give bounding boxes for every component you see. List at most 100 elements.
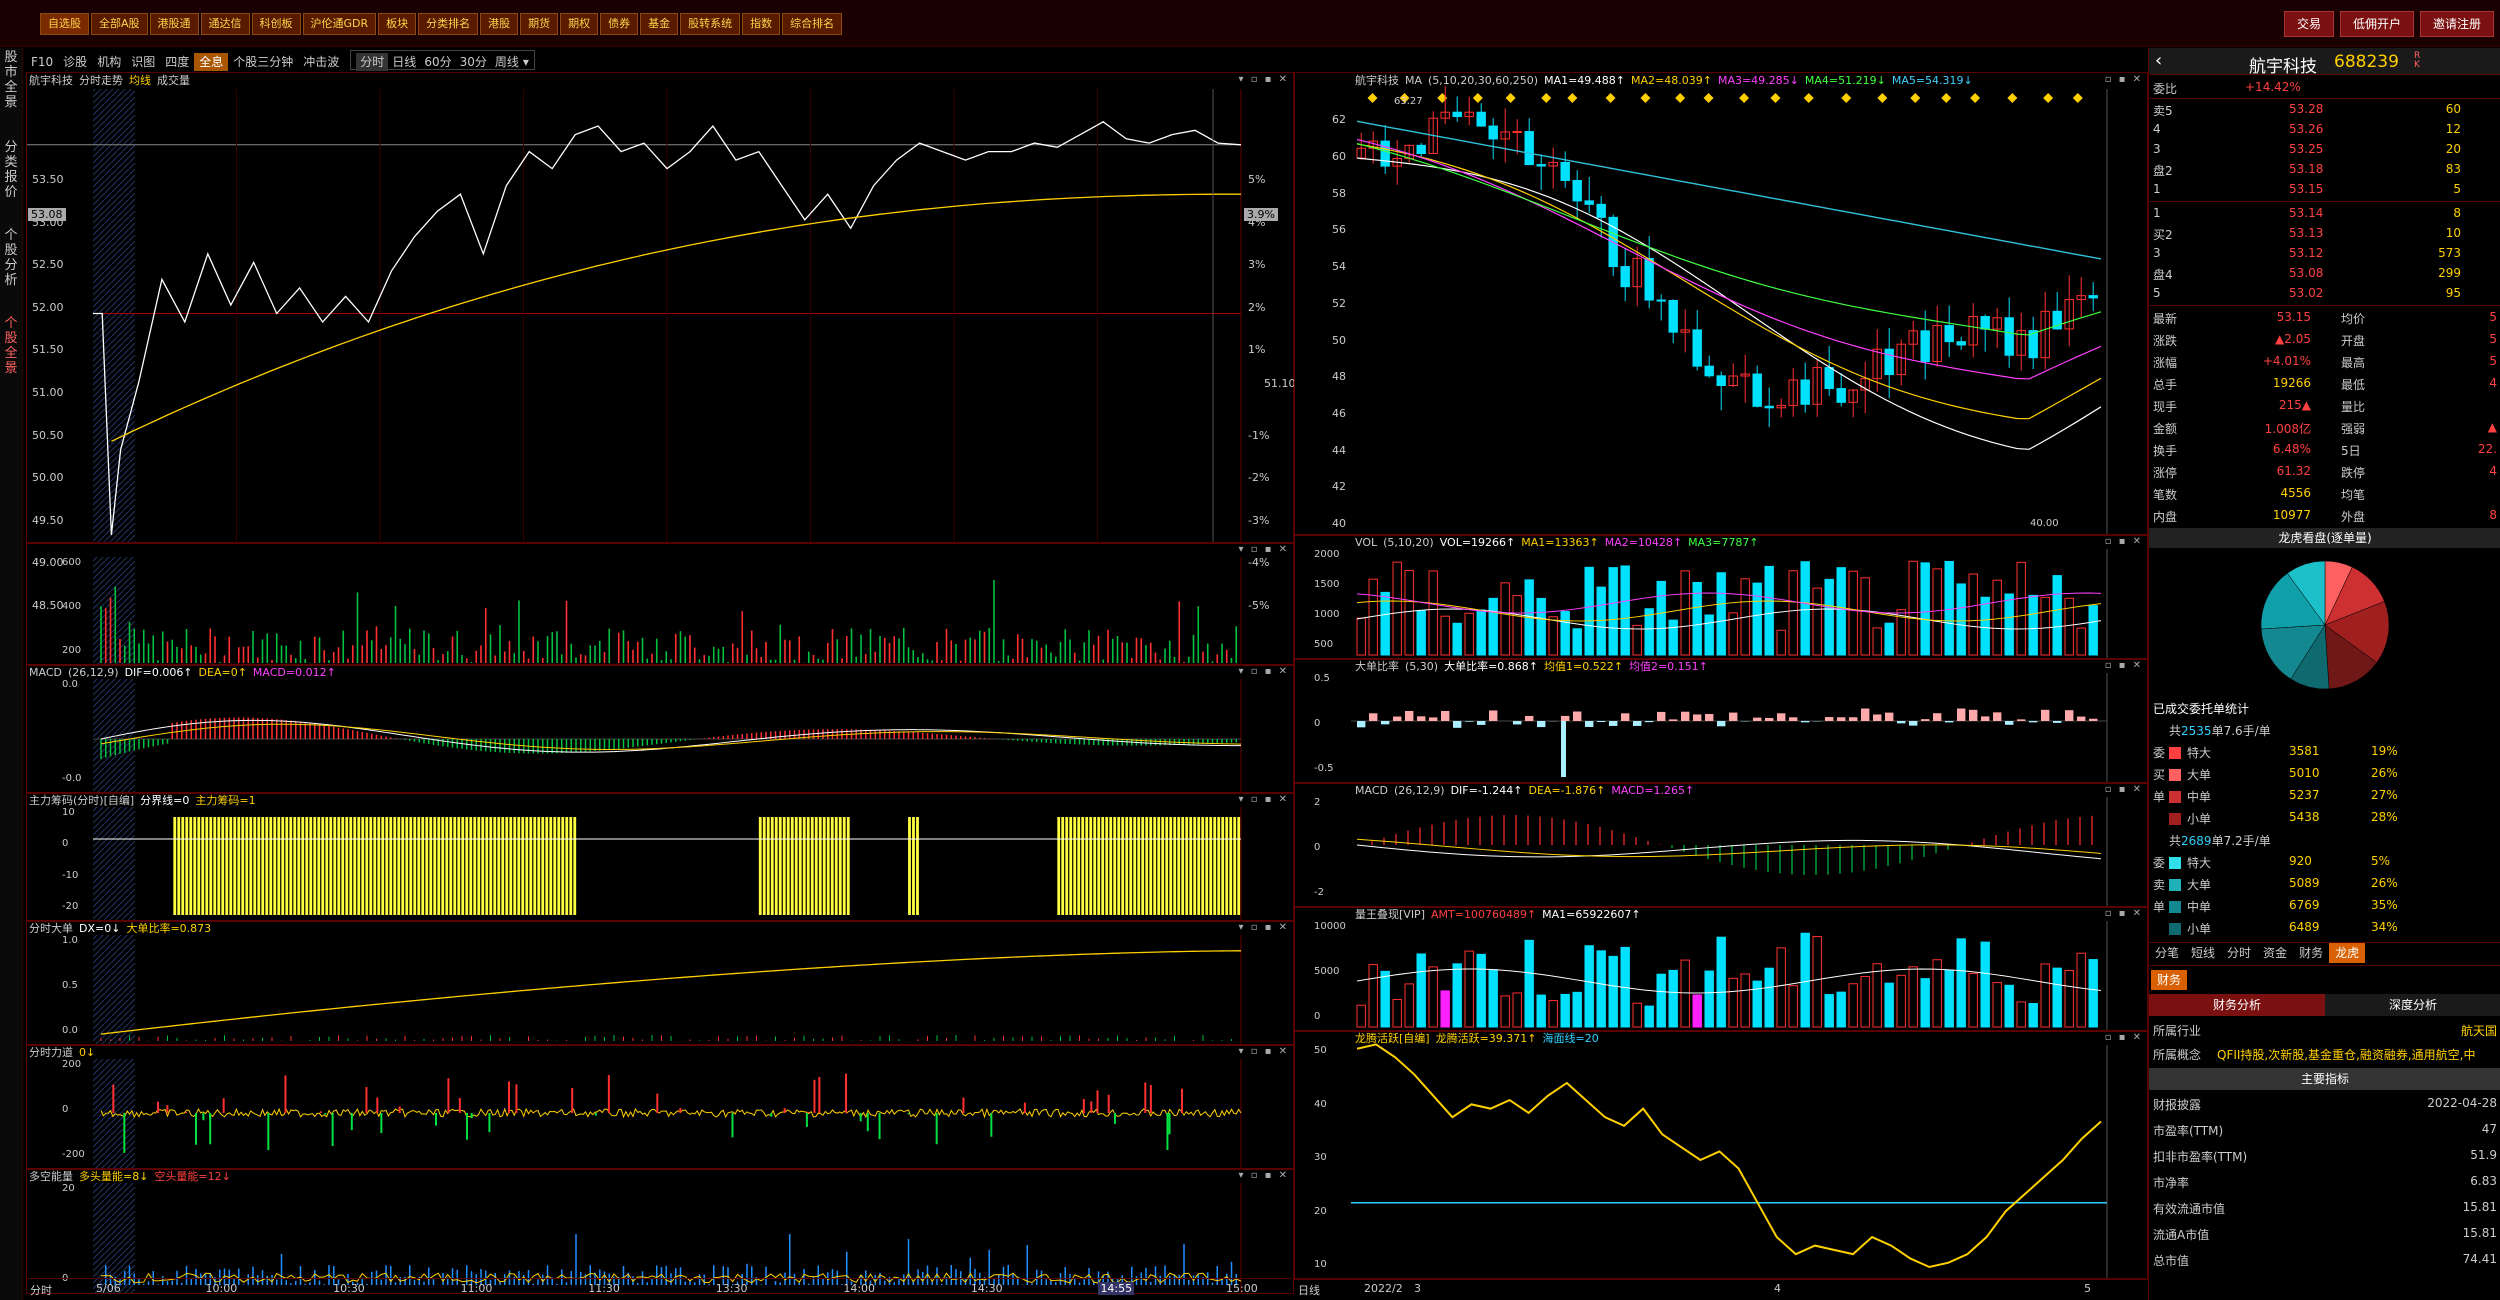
deal-num: 5010 — [2289, 766, 2320, 780]
period-item-2[interactable]: 60分 — [420, 53, 455, 71]
level-label: 盘2 — [2153, 164, 2173, 178]
stat-row: 现手 215▲ 量比 — [2149, 396, 2500, 416]
pct-axis-label: -1% — [1248, 428, 1270, 442]
kline-volume-panel-axis-label: 1000 — [1314, 609, 1340, 620]
kline-low-label: 40.00 — [2030, 518, 2059, 529]
quote-tab-1[interactable]: 短线 — [2185, 943, 2221, 963]
bid-level-row[interactable]: 5 53.02 95 — [2149, 284, 2500, 304]
total-count: 2535 — [2181, 724, 2212, 738]
pie-title: 龙虎看盘(逐单量) — [2149, 528, 2500, 548]
topbar-button-1[interactable]: 全部A股 — [91, 13, 148, 35]
time-tick: 15:00 — [1226, 1282, 1258, 1295]
stat-value: 53.15 — [2276, 310, 2311, 324]
topbar-right-button-0[interactable]: 交易 — [2283, 11, 2334, 37]
toolbar-item-3[interactable]: 识图 — [126, 53, 160, 71]
topbar-button-5[interactable]: 沪伦通GDR — [302, 13, 377, 35]
toolbar-item-4[interactable]: 四度 — [160, 53, 194, 71]
period-item-1[interactable]: 日线 — [388, 53, 420, 71]
topbar-button-7[interactable]: 分类排名 — [418, 13, 479, 35]
rail-tab-category[interactable]: 分类报价 — [2, 140, 20, 200]
rail-tab-market[interactable]: 股市全景 — [2, 50, 20, 110]
finance-row: 有效流通市值 15.81 — [2149, 1198, 2500, 1218]
bid-level-row[interactable]: 买2 53.13 10 — [2149, 224, 2500, 244]
stat-key: 金额 — [2153, 422, 2178, 436]
topbar-button-10[interactable]: 期权 — [560, 13, 599, 35]
topbar-button-13[interactable]: 股转系统 — [680, 13, 741, 35]
finance-value: 15.81 — [2462, 1200, 2497, 1214]
deal-pct: 5% — [2371, 854, 2391, 868]
stat-value: +4.01% — [2262, 354, 2311, 368]
period-dropdown-icon[interactable]: ▾ — [523, 55, 529, 69]
intraday-macd-panel: MACD (26,12,9) DIF=0.006↑ DEA=0↑ MACD=0.012↑… — [26, 664, 1294, 794]
axis-period-label[interactable]: 分时 — [30, 1282, 52, 1298]
back-icon[interactable]: ‹ — [2155, 50, 2162, 71]
finance-subtab-0[interactable]: 财务分析 — [2149, 994, 2325, 1016]
deal-color-swatch — [2169, 879, 2181, 891]
topbar-button-6[interactable]: 板块 — [378, 13, 417, 35]
topbar-button-8[interactable]: 港股 — [480, 13, 519, 35]
ask-level-row[interactable]: 盘2 53.18 83 — [2149, 160, 2500, 180]
topbar-button-2[interactable]: 港股通 — [149, 13, 199, 35]
date-tick: 5 — [2084, 1282, 2091, 1295]
ask-level-row[interactable]: 4 53.26 12 — [2149, 120, 2500, 140]
ask-level-row[interactable]: 卖5 53.28 60 — [2149, 100, 2500, 120]
kline-bigratio-panel-axis-label: 0.5 — [1314, 673, 1330, 684]
topbar-right-button-1[interactable]: 低佣开户 — [2339, 11, 2414, 37]
level-volume: 20 — [2445, 142, 2461, 156]
topbar-right-button-2[interactable]: 邀请注册 — [2419, 11, 2494, 37]
topbar-button-14[interactable]: 指数 — [742, 13, 781, 35]
finance-tab[interactable]: 财务 — [2151, 970, 2188, 990]
period-item-3[interactable]: 30分 — [456, 53, 491, 71]
bid-level-row[interactable]: 3 53.12 573 — [2149, 244, 2500, 264]
deal-row: 小单 5438 28% — [2149, 808, 2500, 828]
topbar-button-12[interactable]: 基金 — [640, 13, 679, 35]
topbar-button-3[interactable]: 通达信 — [200, 13, 250, 35]
level-price: 53.26 — [2289, 122, 2324, 136]
deal-type: 小单 — [2187, 922, 2212, 936]
topbar-button-11[interactable]: 债券 — [600, 13, 639, 35]
deal-num: 6489 — [2289, 920, 2320, 934]
toolbar-item-7[interactable]: 冲击波 — [298, 53, 344, 71]
price-axis-label: 53.50 — [32, 173, 64, 186]
concept-row: 所属概念 QFII持股,次新股,基金重仓,融资融券,通用航空,中 — [2149, 1044, 2500, 1064]
topbar-button-9[interactable]: 期货 — [520, 13, 559, 35]
intraday-force-panel-axis-label: 0 — [62, 1104, 69, 1115]
deal-type: 小单 — [2187, 812, 2212, 826]
topbar-button-15[interactable]: 综合排名 — [782, 13, 843, 35]
ask-level-row[interactable]: 1 53.15 5 — [2149, 180, 2500, 200]
time-tick: 10:00 — [205, 1282, 238, 1295]
toolbar-item-2[interactable]: 机构 — [92, 53, 126, 71]
quote-tab-5[interactable]: 龙虎 — [2329, 943, 2366, 963]
kline-volume-panel-axis-label: 2000 — [1314, 549, 1340, 560]
intraday-chips-panel-axis-label: -10 — [62, 869, 79, 881]
concept-label: 所属概念 — [2153, 1048, 2202, 1062]
period-item-4[interactable]: 周线 — [491, 53, 523, 71]
finance-subtab-1[interactable]: 深度分析 — [2325, 994, 2500, 1016]
intraday-force-panel-axis-label: -200 — [62, 1149, 85, 1160]
quote-tab-3[interactable]: 资金 — [2257, 943, 2293, 963]
pct-axis-label: -2% — [1248, 471, 1270, 485]
toolbar-item-0[interactable]: F10 — [26, 53, 58, 71]
quote-tab-0[interactable]: 分笔 — [2149, 943, 2185, 963]
deal-type: 大单 — [2187, 878, 2212, 892]
period-item-0[interactable]: 分时 — [356, 53, 389, 71]
rail-tab-stock-panorama[interactable]: 个股全景 — [2, 316, 20, 376]
rail-tab-stock-analysis[interactable]: 个股分析 — [2, 228, 20, 288]
toolbar-item-6[interactable]: 个股三分钟 — [228, 53, 298, 71]
ask-level-row[interactable]: 3 53.25 20 — [2149, 140, 2500, 160]
price-axis-label: 51.00 — [32, 386, 64, 399]
toolbar-item-5[interactable]: 全息 — [194, 53, 229, 71]
stat-key: 5日 — [2341, 444, 2361, 458]
quote-tab-2[interactable]: 分时 — [2221, 943, 2257, 963]
kline-volking-panel-svg — [1356, 921, 2108, 1031]
axis-period-label[interactable]: 日线 — [1298, 1282, 1320, 1298]
topbar-button-4[interactable]: 科创板 — [251, 13, 301, 35]
toolbar-item-1[interactable]: 诊股 — [58, 53, 92, 71]
bid-level-row[interactable]: 盘4 53.08 299 — [2149, 264, 2500, 284]
deal-side: 买 — [2153, 768, 2166, 782]
intraday-bigorder-panel-axis-label: 1.0 — [62, 935, 78, 946]
price-axis-label: 52.50 — [32, 258, 64, 272]
bid-level-row[interactable]: 1 53.14 8 — [2149, 204, 2500, 224]
topbar-button-0[interactable]: 自选股 — [40, 13, 89, 35]
quote-tab-4[interactable]: 财务 — [2293, 943, 2329, 963]
